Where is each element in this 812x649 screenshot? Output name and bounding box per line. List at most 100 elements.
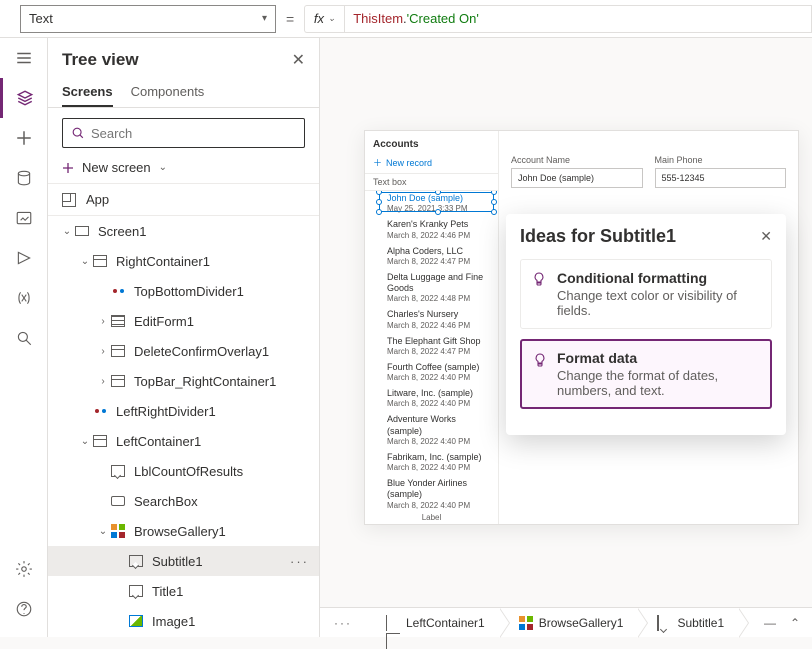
tree-node-leftcontainer[interactable]: ⌄ LeftContainer1 xyxy=(48,426,319,456)
tree-search-input[interactable] xyxy=(91,126,296,141)
caret-down-icon: ⌄ xyxy=(78,256,92,267)
tree-close-button[interactable]: ✕ xyxy=(292,50,305,70)
idea-card-title: Format data xyxy=(557,350,759,366)
left-rail xyxy=(0,38,48,637)
breadcrumb-label: LeftContainer1 xyxy=(406,616,485,630)
preview-item-selected[interactable]: John Doe (sample) May 25, 2021 3:33 PM xyxy=(365,191,498,217)
preview-item[interactable]: Alpha Coders, LLCMarch 8, 2022 4:47 PM xyxy=(365,244,498,270)
resize-handle[interactable] xyxy=(491,199,497,205)
textbox-icon xyxy=(111,496,125,506)
chevron-up-icon[interactable]: ⌃ xyxy=(790,616,800,630)
property-dropdown[interactable]: Text ▾ xyxy=(20,5,276,33)
lightbulb-icon xyxy=(532,352,548,368)
tree-node-label: BrowseGallery1 xyxy=(134,524,226,539)
breadcrumb-item-subtitle1[interactable]: Subtitle1 xyxy=(637,608,738,637)
rail-search[interactable] xyxy=(0,318,47,358)
main-phone-input[interactable]: 555-12345 xyxy=(655,168,787,188)
flow-icon xyxy=(15,249,33,267)
preview-item-subtitle: March 8, 2022 4:40 PM xyxy=(387,437,490,447)
breadcrumb-item-browsegallery[interactable]: BrowseGallery1 xyxy=(499,608,638,637)
rail-hamburger[interactable] xyxy=(0,38,47,78)
image-icon xyxy=(129,615,143,627)
tree-scroll[interactable]: ⌄ Screen1 ⌄ RightContainer1 TopBottomDiv… xyxy=(48,216,319,637)
tree-node-topbottomdivider[interactable]: TopBottomDivider1 xyxy=(48,276,319,306)
label-icon xyxy=(129,585,143,597)
tab-screens[interactable]: Screens xyxy=(62,78,113,107)
tree-node-app[interactable]: App xyxy=(48,183,319,216)
preview-item-title: Fourth Coffee (sample) xyxy=(387,362,490,373)
resize-handle[interactable] xyxy=(435,209,441,215)
preview-item[interactable]: Delta Luggage and Fine GoodsMarch 8, 202… xyxy=(365,270,498,308)
new-record-button[interactable]: ＋ New record xyxy=(365,154,498,173)
tree-node-browsegallery[interactable]: ⌄ BrowseGallery1 xyxy=(48,516,319,546)
container-icon xyxy=(386,615,400,649)
rail-variables[interactable] xyxy=(0,278,47,318)
new-screen-button[interactable]: New screen ⌄ xyxy=(48,156,319,183)
search-icon xyxy=(71,126,85,140)
preview-label-footer: Label xyxy=(365,511,498,524)
tree-node-label: Screen1 xyxy=(98,224,146,239)
tree-search-box[interactable] xyxy=(62,118,305,148)
breadcrumb-item-leftcontainer[interactable]: LeftContainer1 xyxy=(366,608,499,637)
preview-item-subtitle: March 8, 2022 4:40 PM xyxy=(387,463,490,473)
tree-node-leftrightdivider[interactable]: LeftRightDivider1 xyxy=(48,396,319,426)
container-icon xyxy=(93,255,107,267)
rail-media[interactable] xyxy=(0,198,47,238)
tree-tabs: Screens Components xyxy=(48,74,319,108)
breadcrumb-label: Subtitle1 xyxy=(677,616,724,630)
preview-item-subtitle: March 8, 2022 4:40 PM xyxy=(387,501,490,511)
minimize-button[interactable]: — xyxy=(764,616,776,630)
tree-node-searchbox[interactable]: SearchBox xyxy=(48,486,319,516)
idea-card-format-data[interactable]: Format data Change the format of dates, … xyxy=(520,339,772,409)
more-icon[interactable]: ··· xyxy=(290,554,309,569)
resize-handle[interactable] xyxy=(491,191,497,195)
preview-item[interactable]: Fabrikam, Inc. (sample)March 8, 2022 4:4… xyxy=(365,450,498,476)
account-name-input[interactable]: John Doe (sample) xyxy=(511,168,643,188)
caret-right-icon: › xyxy=(96,346,110,357)
rail-settings[interactable] xyxy=(15,549,33,589)
rail-data[interactable] xyxy=(0,158,47,198)
help-icon xyxy=(15,600,33,618)
resize-handle[interactable] xyxy=(491,209,497,215)
tree-node-editform[interactable]: › EditForm1 xyxy=(48,306,319,336)
preview-item[interactable]: Charles's NurseryMarch 8, 2022 4:46 PM xyxy=(365,307,498,333)
rail-power[interactable] xyxy=(0,238,47,278)
resize-handle[interactable] xyxy=(376,209,382,215)
preview-item-subtitle: March 8, 2022 4:48 PM xyxy=(387,294,490,304)
ideas-close-button[interactable]: ✕ xyxy=(760,228,772,245)
property-value: Text xyxy=(29,11,53,26)
rail-help[interactable] xyxy=(15,589,33,629)
breadcrumb: ··· LeftContainer1 BrowseGallery1 Subtit… xyxy=(320,607,812,637)
preview-item[interactable]: Fourth Coffee (sample)March 8, 2022 4:40… xyxy=(365,360,498,386)
tab-components[interactable]: Components xyxy=(131,78,205,107)
breadcrumb-more[interactable]: ··· xyxy=(320,616,366,630)
tree-node-image1[interactable]: Image1 xyxy=(48,606,319,636)
idea-card-desc: Change the format of dates, numbers, and… xyxy=(557,368,759,398)
preview-item[interactable]: The Elephant Gift ShopMarch 8, 2022 4:47… xyxy=(365,334,498,360)
plus-icon: ＋ xyxy=(373,156,382,169)
tree-node-screen1[interactable]: ⌄ Screen1 xyxy=(48,216,319,246)
resize-handle[interactable] xyxy=(376,199,382,205)
tree-node-title1[interactable]: Title1 xyxy=(48,576,319,606)
tree-panel: Tree view ✕ Screens Components New scree… xyxy=(48,38,320,637)
idea-card-conditional-formatting[interactable]: Conditional formatting Change text color… xyxy=(520,259,772,329)
new-screen-label: New screen xyxy=(82,160,151,175)
tree-node-label: LeftContainer1 xyxy=(116,434,201,449)
preview-item[interactable]: Blue Yonder Airlines (sample)March 8, 20… xyxy=(365,476,498,511)
preview-item-subtitle: March 8, 2022 4:40 PM xyxy=(387,373,490,383)
tree-node-topbarright[interactable]: › TopBar_RightContainer1 xyxy=(48,366,319,396)
preview-item[interactable]: Karen's Kranky PetsMarch 8, 2022 4:46 PM xyxy=(365,217,498,243)
container-icon xyxy=(111,345,125,357)
rail-insert[interactable] xyxy=(0,118,47,158)
tree-node-subtitle1[interactable]: Subtitle1 ··· xyxy=(48,546,319,576)
rail-tree-view[interactable] xyxy=(0,78,47,118)
preview-item[interactable]: Adventure Works (sample)March 8, 2022 4:… xyxy=(365,412,498,450)
formula-input[interactable]: ThisItem.'Created On' xyxy=(344,5,812,33)
preview-item-title: Delta Luggage and Fine Goods xyxy=(387,272,490,295)
preview-item[interactable]: Litware, Inc. (sample)March 8, 2022 4:40… xyxy=(365,386,498,412)
data-icon xyxy=(15,169,33,187)
fx-badge[interactable]: fx ⌄ xyxy=(304,5,344,33)
tree-node-rightcontainer[interactable]: ⌄ RightContainer1 xyxy=(48,246,319,276)
tree-node-deleteconfirm[interactable]: › DeleteConfirmOverlay1 xyxy=(48,336,319,366)
tree-node-lblcount[interactable]: LblCountOfResults xyxy=(48,456,319,486)
